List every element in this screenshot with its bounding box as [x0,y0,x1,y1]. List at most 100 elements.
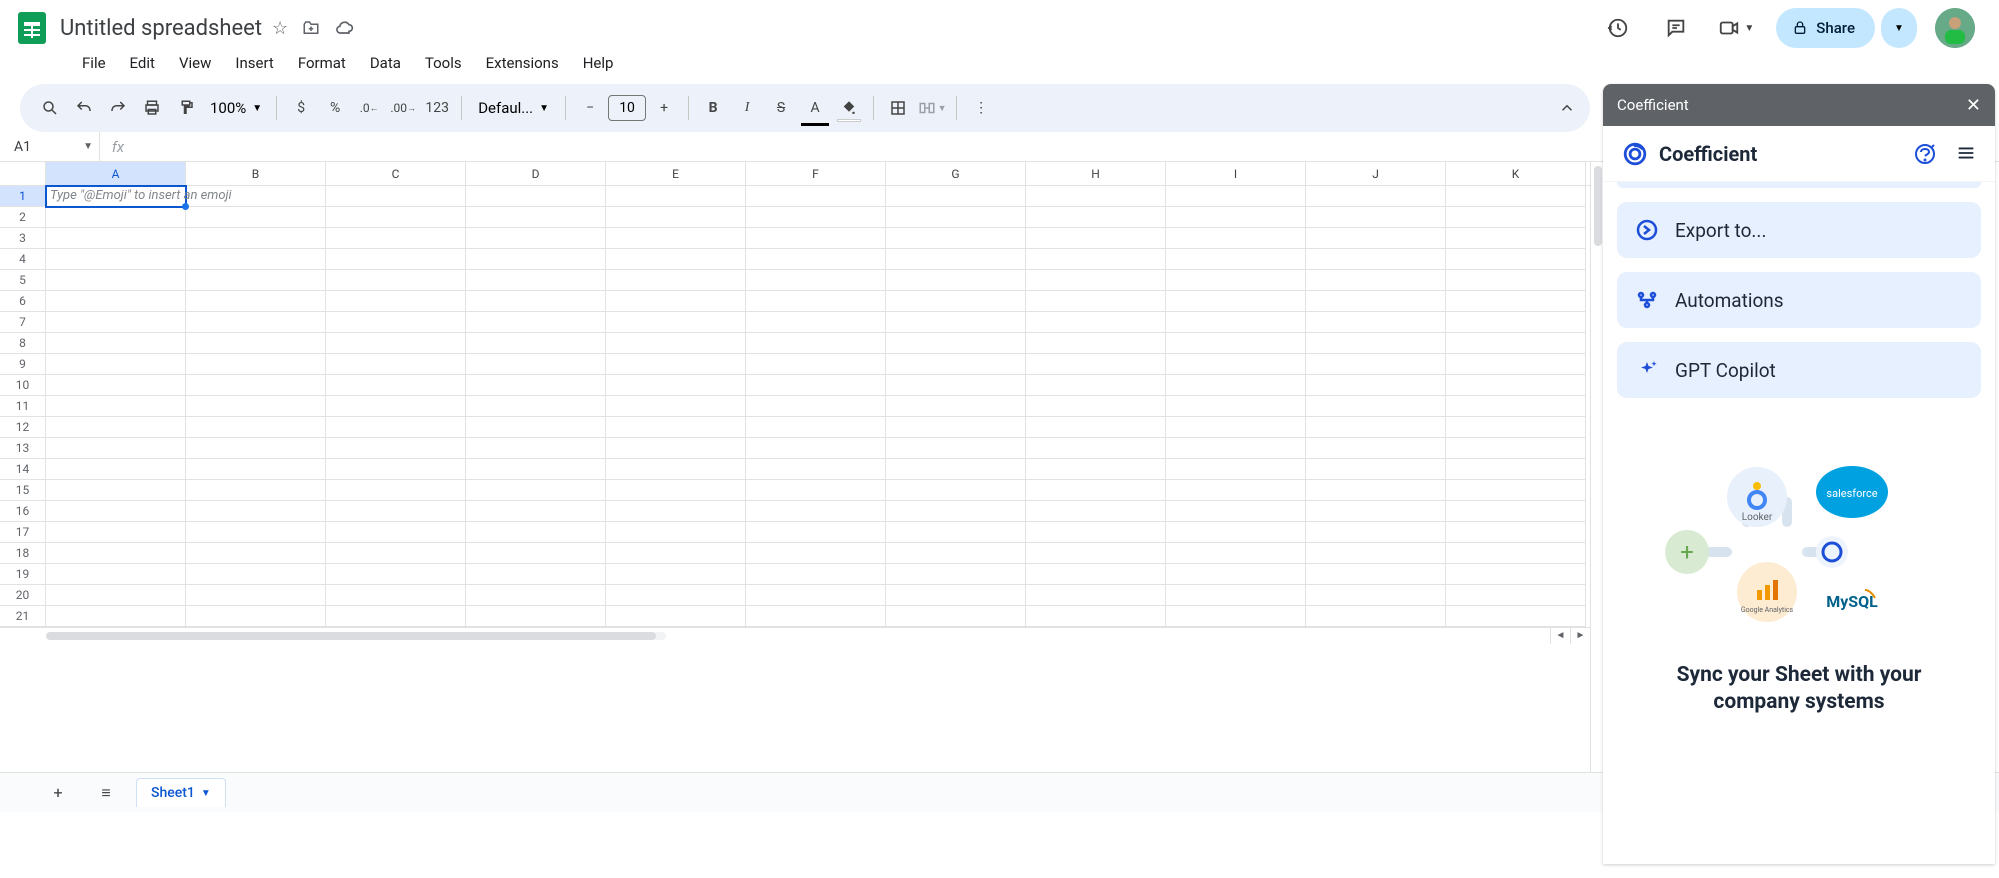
row-header[interactable]: 13 [0,438,46,459]
sidebar-item-export[interactable]: Export to... [1617,202,1981,258]
cell[interactable] [606,606,746,627]
cell[interactable] [886,438,1026,459]
menu-file[interactable]: File [72,48,116,78]
cell[interactable] [1166,207,1306,228]
borders-icon[interactable] [882,92,914,124]
menu-icon[interactable] [1955,142,1977,166]
format-currency[interactable]: $ [285,92,317,124]
cell[interactable] [1446,438,1586,459]
cell[interactable] [1446,291,1586,312]
cell[interactable] [746,333,886,354]
cell[interactable] [326,606,466,627]
row-header[interactable]: 20 [0,585,46,606]
menu-format[interactable]: Format [288,48,356,78]
row-header[interactable]: 14 [0,459,46,480]
cell[interactable] [1446,501,1586,522]
cell[interactable] [886,270,1026,291]
cell[interactable] [886,522,1026,543]
cell[interactable] [46,606,186,627]
cell[interactable] [46,480,186,501]
sheet-tab-1[interactable]: Sheet1 ▼ [136,778,226,807]
cell[interactable] [1166,228,1306,249]
cell[interactable] [326,501,466,522]
cell[interactable] [1306,543,1446,564]
text-color-icon[interactable]: A [799,92,831,124]
cell[interactable] [186,417,326,438]
cell[interactable] [1026,186,1166,207]
cell[interactable] [1166,396,1306,417]
italic-icon[interactable]: I [731,92,763,124]
cell[interactable] [1446,564,1586,585]
cell[interactable] [1446,480,1586,501]
cell[interactable] [1026,543,1166,564]
cell[interactable] [606,186,746,207]
cell[interactable] [1026,459,1166,480]
cell[interactable] [1166,606,1306,627]
cell[interactable] [886,585,1026,606]
cell[interactable] [1306,270,1446,291]
cell[interactable] [466,312,606,333]
select-all-corner[interactable] [0,162,46,185]
cell[interactable] [1306,438,1446,459]
cell[interactable] [1306,291,1446,312]
menu-extensions[interactable]: Extensions [476,48,569,78]
cell[interactable] [886,606,1026,627]
cell[interactable] [886,501,1026,522]
cell[interactable] [606,585,746,606]
cell[interactable] [466,396,606,417]
row-header[interactable]: 16 [0,501,46,522]
cell[interactable] [186,228,326,249]
cell[interactable] [186,249,326,270]
decrease-font-icon[interactable]: − [574,92,606,124]
cell[interactable] [326,291,466,312]
cell[interactable] [1166,543,1306,564]
cell[interactable] [466,480,606,501]
cell[interactable] [326,375,466,396]
cell[interactable] [466,207,606,228]
column-header-F[interactable]: F [746,162,886,185]
cell[interactable] [466,543,606,564]
cell[interactable] [1026,333,1166,354]
cell[interactable] [1026,228,1166,249]
cell[interactable] [746,207,886,228]
cell[interactable] [886,249,1026,270]
sidebar-item-gpt[interactable]: GPT Copilot [1617,342,1981,398]
cell[interactable] [1026,354,1166,375]
cell[interactable] [1306,228,1446,249]
cell[interactable] [46,501,186,522]
cell[interactable] [186,585,326,606]
cell[interactable] [186,459,326,480]
row-header[interactable]: 2 [0,207,46,228]
all-sheets-icon[interactable]: ≡ [88,775,124,811]
cell[interactable] [1166,438,1306,459]
cell[interactable] [1306,459,1446,480]
cell[interactable] [1166,564,1306,585]
cell[interactable] [46,312,186,333]
cell[interactable] [186,522,326,543]
cell[interactable] [606,354,746,375]
cell[interactable] [1026,417,1166,438]
cell[interactable] [1446,186,1586,207]
redo-icon[interactable] [102,92,134,124]
row-header[interactable]: 21 [0,606,46,627]
row-header[interactable]: 18 [0,543,46,564]
cell[interactable] [606,396,746,417]
cell[interactable] [1166,375,1306,396]
cell[interactable] [606,522,746,543]
cell[interactable] [1026,312,1166,333]
cell[interactable] [606,270,746,291]
row-header[interactable]: 6 [0,291,46,312]
cell[interactable] [466,270,606,291]
cell[interactable] [886,228,1026,249]
menu-edit[interactable]: Edit [120,48,165,78]
column-header-A[interactable]: A [46,162,186,185]
cell[interactable] [746,312,886,333]
cell[interactable] [606,543,746,564]
cell[interactable] [606,228,746,249]
cell[interactable] [466,459,606,480]
font-select[interactable]: Defaul...▼ [470,99,557,117]
cell[interactable] [466,228,606,249]
cell[interactable] [46,249,186,270]
cell[interactable] [606,459,746,480]
cell[interactable] [326,270,466,291]
